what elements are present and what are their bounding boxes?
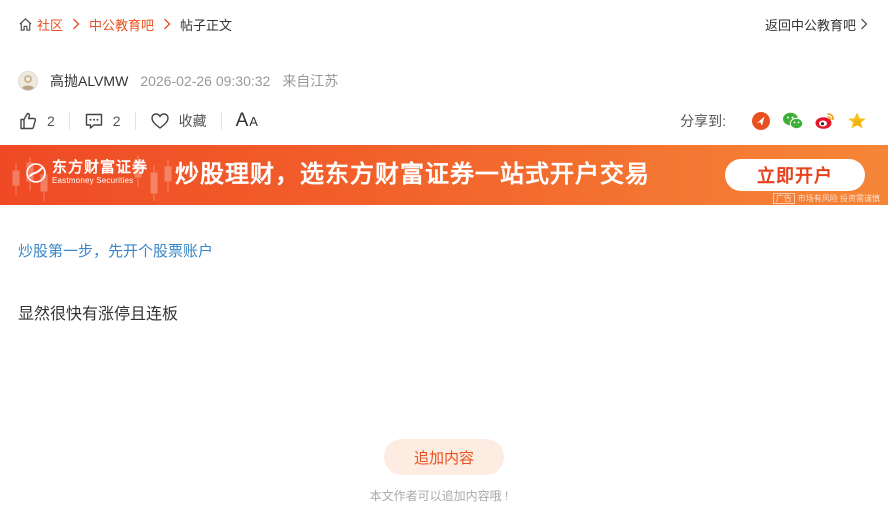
divider <box>220 112 222 130</box>
like-button[interactable]: 2 <box>18 111 55 131</box>
author-name[interactable]: 高抛ALVMW <box>50 71 128 91</box>
post-body: 显然很快有涨停且连板 <box>18 306 179 323</box>
heart-icon <box>150 113 169 129</box>
chevron-right-icon <box>860 18 868 30</box>
home-icon[interactable] <box>18 17 33 32</box>
eastmoney-logo: 东方财富证券 Eastmoney Securities <box>26 159 148 186</box>
append-hint: 本文作者可以追加内容哦 ! <box>369 489 509 503</box>
open-account-button[interactable]: 立即开户 <box>725 159 865 191</box>
back-link-label: 返回中公教育吧 <box>764 17 856 33</box>
post-actions: 2 2 收藏 A A <box>18 109 258 133</box>
share-label: 分享到: <box>680 113 726 129</box>
breadcrumb-bar-link[interactable]: 中公教育吧 <box>89 15 154 34</box>
chevron-right-icon <box>160 17 174 31</box>
append-content-button[interactable]: 追加内容 <box>384 439 504 475</box>
ad-risk-text: 市场有风险 投资需谨慎 <box>797 194 880 203</box>
eastmoney-logo-icon <box>26 162 46 183</box>
breadcrumb-current: 帖子正文 <box>180 17 233 33</box>
favorite-button[interactable]: 收藏 <box>150 111 207 131</box>
ad-disclaimer: 广告 市场有风险 投资需谨慎 <box>772 193 880 204</box>
post-time: 2026-02-26 09:30:32 <box>140 73 271 89</box>
toutiao-share-icon[interactable] <box>750 110 772 132</box>
ad-banner[interactable]: 东方财富证券 Eastmoney Securities 炒股理财，选东方财富证券… <box>0 145 888 205</box>
chevron-right-icon <box>69 17 83 31</box>
favorite-label: 收藏 <box>178 113 207 129</box>
qzone-share-icon[interactable] <box>846 110 868 132</box>
ad-logo-cn: 东方财富证券 <box>52 159 149 176</box>
open-account-promo-link[interactable]: 炒股第一步，先开个股票账户 <box>18 240 213 261</box>
like-count: 2 <box>47 113 55 129</box>
avatar[interactable] <box>18 71 38 91</box>
ad-logo-en: Eastmoney Securities <box>52 176 134 185</box>
wechat-share-icon[interactable] <box>782 110 804 132</box>
comment-button[interactable]: 2 <box>84 111 121 131</box>
weibo-share-icon[interactable] <box>814 110 836 132</box>
breadcrumb: 社区 中公教育吧 帖子正文 <box>18 15 232 33</box>
divider <box>68 112 70 130</box>
font-size-big-label: A <box>235 110 249 131</box>
post-location: 来自江苏 <box>282 73 339 89</box>
back-to-bar-link[interactable]: 返回中公教育吧 <box>765 15 868 33</box>
share-bar: 分享到: <box>680 108 868 134</box>
comment-icon <box>85 113 102 129</box>
comment-count: 2 <box>112 113 121 129</box>
font-size-toggle[interactable]: A A <box>236 110 258 132</box>
author-info: 高抛ALVMW 2026-02-26 09:30:32 来自江苏 <box>18 70 338 92</box>
breadcrumb-community-link[interactable]: 社区 <box>37 15 63 34</box>
thumbs-up-icon <box>20 112 37 130</box>
ad-tag: 广告 <box>772 193 795 204</box>
font-size-small-label: A <box>249 114 258 129</box>
ad-slogan: 炒股理财，选东方财富证券一站式开户交易 <box>175 161 650 188</box>
divider <box>134 112 136 130</box>
